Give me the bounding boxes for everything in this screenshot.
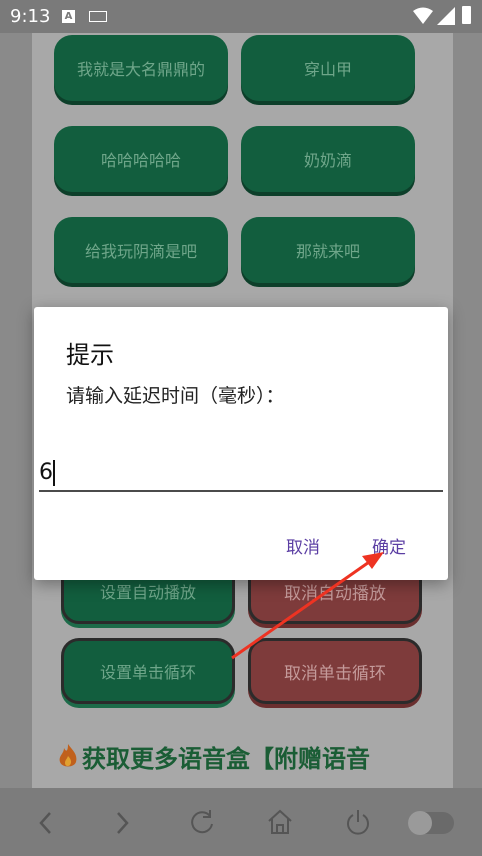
sound-button-label: 我就是大名鼎鼎的 <box>76 60 205 79</box>
home-icon[interactable] <box>266 808 294 836</box>
forward-icon[interactable] <box>112 810 132 836</box>
sound-button-label: 奶奶滴 <box>303 151 352 170</box>
signal-icon <box>437 7 455 25</box>
clock: 9:13 <box>10 6 51 27</box>
sound-button[interactable]: 给我玩阴滴是吧 <box>54 217 228 283</box>
keyboard-icon <box>89 11 107 22</box>
sound-button[interactable]: 我就是大名鼎鼎的 <box>54 35 228 101</box>
fire-icon <box>59 744 77 767</box>
back-icon[interactable] <box>36 810 56 836</box>
reload-icon[interactable] <box>188 808 216 836</box>
text-caret <box>53 460 55 486</box>
toggle-switch[interactable] <box>408 811 454 835</box>
status-bar: 9:13 A <box>0 0 482 33</box>
cancel-autoplay-label: 取消自动播放 <box>284 583 386 604</box>
delay-input-dialog: 提示 请输入延迟时间（毫秒）： 取消 确定 <box>34 307 448 580</box>
sound-button-label: 那就来吧 <box>295 242 360 261</box>
dialog-message: 请输入延迟时间（毫秒）： <box>66 385 285 407</box>
set-autoplay-label: 设置自动播放 <box>99 583 196 602</box>
notification-a-icon: A <box>62 10 75 23</box>
sound-button-label: 给我玩阴滴是吧 <box>84 242 197 261</box>
promo-link[interactable]: 获取更多语音盒【附赠语音 <box>58 739 370 774</box>
toggle-knob <box>408 811 432 835</box>
sound-button[interactable]: 哈哈哈哈哈 <box>54 126 228 192</box>
cancel-loop-button[interactable]: 取消单击循环 <box>248 638 422 704</box>
promo-text: 获取更多语音盒【附赠语音 <box>82 745 370 773</box>
confirm-button[interactable]: 确定 <box>366 529 412 562</box>
sound-button[interactable]: 那就来吧 <box>241 217 415 283</box>
cancel-button[interactable]: 取消 <box>280 529 326 562</box>
sound-button[interactable]: 奶奶滴 <box>241 126 415 192</box>
sound-button-label: 穿山甲 <box>303 60 352 79</box>
power-icon[interactable] <box>344 808 372 836</box>
set-loop-button[interactable]: 设置单击循环 <box>61 638 235 704</box>
dialog-title: 提示 <box>66 341 114 369</box>
battery-icon <box>462 6 471 24</box>
set-loop-label: 设置单击循环 <box>99 663 196 682</box>
sound-button[interactable]: 穿山甲 <box>241 35 415 101</box>
delay-input[interactable] <box>39 454 443 492</box>
wifi-icon <box>413 7 433 24</box>
cancel-loop-label: 取消单击循环 <box>284 663 386 684</box>
sound-button-label: 哈哈哈哈哈 <box>100 151 181 170</box>
